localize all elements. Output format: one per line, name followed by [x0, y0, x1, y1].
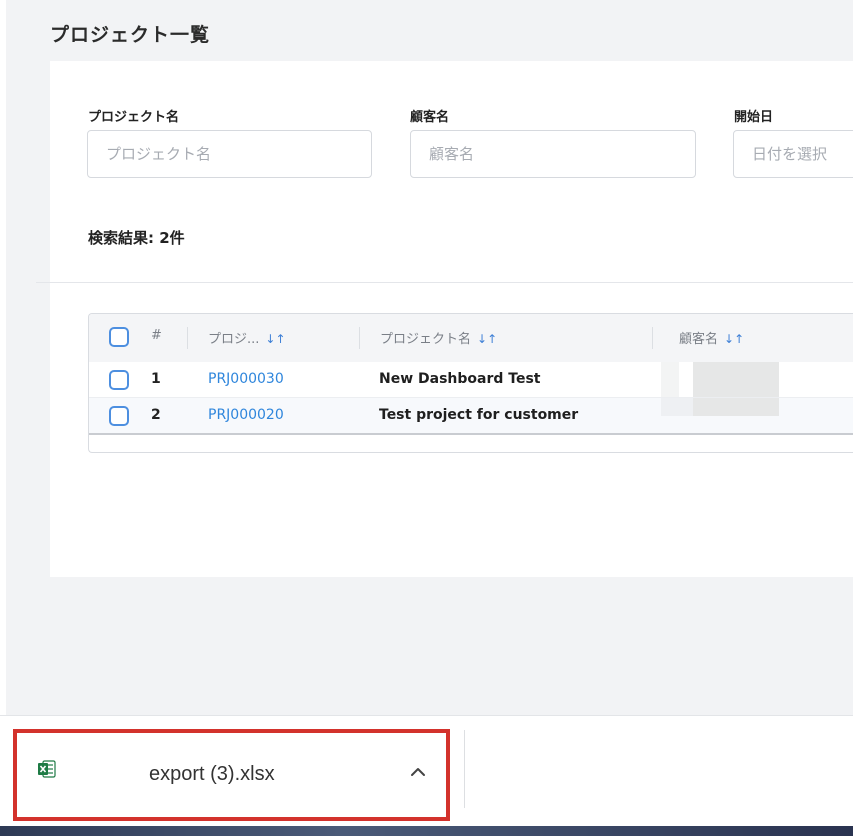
row-checkbox[interactable]: [109, 370, 129, 390]
download-bar-separator: [464, 730, 465, 808]
customer-name-label: 顧客名: [410, 110, 450, 125]
section-divider: [36, 282, 853, 283]
download-bar: export (3).xlsx: [0, 715, 853, 837]
redacted-block: [661, 362, 679, 397]
table-row[interactable]: 1 PRJ000030 New Dashboard Test: [89, 362, 853, 398]
header-project-code-label: プロジ...: [208, 332, 260, 347]
header-project-name-label: プロジェクト名: [380, 332, 472, 347]
project-name-cell: Test project for customer: [379, 407, 579, 423]
sort-icon[interactable]: ↓↑: [265, 332, 285, 346]
redacted-block: [661, 398, 693, 416]
column-separator: [652, 327, 653, 349]
row-index: 2: [151, 407, 161, 423]
redacted-customer: [693, 398, 779, 416]
customer-name-input[interactable]: 顧客名: [410, 130, 696, 178]
row-index: 1: [151, 371, 161, 387]
chevron-up-icon[interactable]: [407, 761, 429, 783]
project-table: # プロジ... ↓↑ プロジェクト名 ↓↑ 顧客名 ↓↑ 1 PRJ000030 N…: [88, 313, 853, 453]
sort-icon[interactable]: ↓↑: [724, 332, 744, 346]
page-title: プロジェクト一覧: [50, 24, 211, 46]
header-customer-name-label: 顧客名: [679, 332, 719, 347]
start-date-label: 開始日: [734, 110, 774, 125]
left-edge: [0, 0, 6, 715]
search-card: プロジェクト名 プロジェクト名 顧客名 顧客名 開始日 日付を選択 検索結果: …: [36, 61, 853, 577]
project-name-label: プロジェクト名: [88, 110, 180, 125]
header-project-name[interactable]: プロジェクト名 ↓↑: [380, 328, 497, 347]
excel-file-icon: [38, 760, 56, 778]
redacted-customer: [693, 362, 779, 397]
project-name-cell: New Dashboard Test: [379, 371, 541, 387]
project-name-input[interactable]: プロジェクト名: [87, 130, 372, 178]
select-all-checkbox[interactable]: [109, 327, 129, 347]
project-code-link[interactable]: PRJ000020: [208, 407, 284, 423]
header-project-code[interactable]: プロジ... ↓↑: [208, 328, 286, 347]
taskbar-edge: [0, 826, 853, 836]
header-customer-name[interactable]: 顧客名 ↓↑: [679, 328, 744, 347]
column-separator: [187, 327, 188, 349]
table-row[interactable]: 2 PRJ000020 Test project for customer: [89, 398, 853, 435]
column-separator: [359, 327, 360, 349]
table-header: # プロジ... ↓↑ プロジェクト名 ↓↑ 顧客名 ↓↑: [89, 314, 853, 363]
download-item[interactable]: export (3).xlsx: [13, 729, 450, 821]
row-checkbox[interactable]: [109, 406, 129, 426]
download-file-name: export (3).xlsx: [149, 763, 275, 785]
sort-icon[interactable]: ↓↑: [477, 332, 497, 346]
start-date-input[interactable]: 日付を選択: [733, 130, 853, 178]
result-count: 検索結果: 2件: [88, 229, 185, 247]
project-code-link[interactable]: PRJ000030: [208, 371, 284, 387]
header-index: #: [151, 328, 162, 343]
